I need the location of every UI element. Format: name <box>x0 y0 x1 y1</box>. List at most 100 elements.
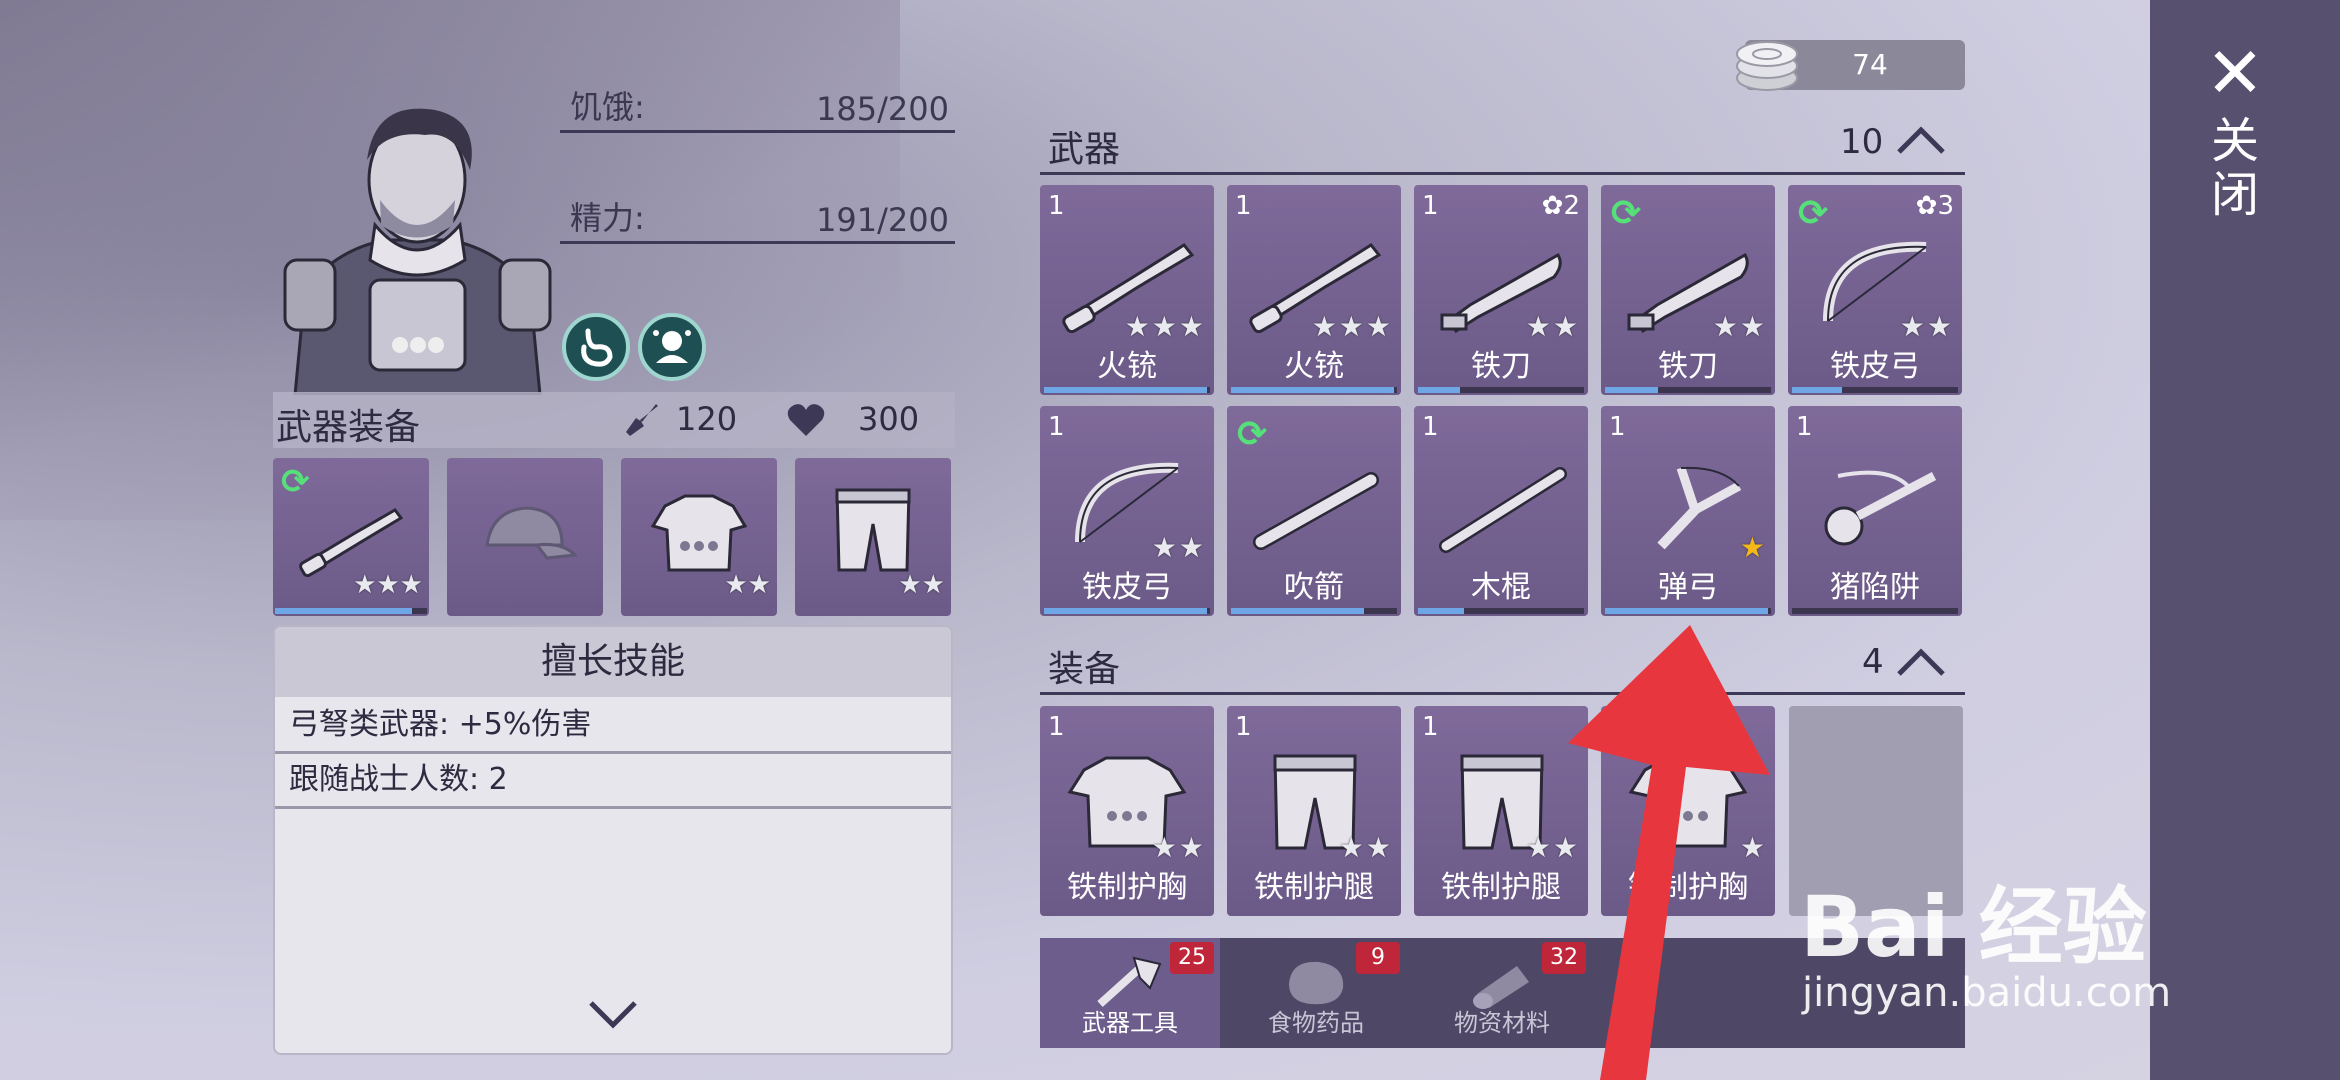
item-progress <box>1044 608 1210 614</box>
item-stars: ★★ <box>1712 310 1767 343</box>
tab-label: 食物药品 <box>1268 1009 1364 1037</box>
item-stars: ★★ <box>1338 831 1393 864</box>
close-button-label[interactable]: 关闭 <box>2202 115 2265 223</box>
gear-item-card[interactable]: 1 ★★ 铁制护腿 <box>1227 706 1401 916</box>
mood-status-icon[interactable] <box>638 313 706 381</box>
item-level: 1 <box>1609 412 1626 442</box>
attack-value: 120 <box>676 400 738 438</box>
slot-stars: ★★★ <box>353 570 423 600</box>
item-name: 猪陷阱 <box>1830 570 1920 605</box>
item-level: 1 <box>1422 712 1439 742</box>
tab-badge: 25 <box>1170 942 1214 974</box>
weapons-item-card[interactable]: 1 木棍 <box>1414 406 1588 616</box>
chevron-down-icon[interactable] <box>585 997 641 1033</box>
item-name: 铁皮弓 <box>1830 349 1920 384</box>
gear-item-card[interactable]: 1 ★★ 铁制护胸 <box>1040 706 1214 916</box>
item-stars: ★★ <box>1151 531 1206 564</box>
character-portrait <box>283 108 552 395</box>
item-stars: ★★ <box>1525 310 1580 343</box>
item-stars: ★ <box>1739 531 1767 564</box>
weapons-item-card[interactable]: 1 ★ 弹弓 <box>1601 406 1775 616</box>
weapons-count: 10 <box>1840 122 1884 162</box>
item-progress <box>1605 608 1771 614</box>
weapons-item-card[interactable]: ⟳ ✿3 ★★ 铁皮弓 <box>1788 185 1962 395</box>
skills-title: 擅长技能 <box>275 627 951 697</box>
energy-label: 精力: <box>570 199 645 237</box>
tab-food-medicine[interactable]: 9 食物药品 <box>1226 938 1406 1048</box>
weapons-divider <box>1040 172 1965 175</box>
weapons-item-card[interactable]: ⟳ ★★ 铁刀 <box>1601 185 1775 395</box>
tab-label: 武器工具 <box>1082 1009 1178 1037</box>
item-stars: ★★ <box>1899 310 1954 343</box>
item-name: 铁制护腿 <box>1254 870 1374 905</box>
item-progress <box>1418 608 1584 614</box>
equipment-title: 武器装备 <box>276 407 421 448</box>
item-icon <box>1657 466 1742 550</box>
item-name: 弹弓 <box>1658 570 1718 605</box>
item-stars: ★★★ <box>1124 310 1206 343</box>
item-level: 1 <box>1048 412 1065 442</box>
hunger-stat: 饥饿: 185/200 <box>560 88 955 133</box>
item-level: 1 <box>1048 712 1065 742</box>
item-progress <box>1792 608 1958 614</box>
item-name: 铁刀 <box>1658 349 1718 384</box>
skills-panel: 擅长技能 弓弩类武器: +5%伤害 跟随战士人数: 2 <box>273 625 953 1055</box>
weapons-item-card[interactable]: ⟳ 吹箭 <box>1227 406 1401 616</box>
baidu-watermark-url: jingyan.baidu.com <box>1802 970 2172 1016</box>
chestplate-icon <box>650 494 748 572</box>
gear-divider <box>1040 692 1965 695</box>
item-name: 木棍 <box>1471 570 1531 605</box>
item-progress <box>1231 608 1397 614</box>
sword-icon <box>626 404 658 436</box>
chevron-up-icon[interactable] <box>1893 122 1949 158</box>
chevron-up-icon[interactable] <box>1893 644 1949 680</box>
energy-value: 191/200 <box>816 201 949 239</box>
tab-weapons-tools[interactable]: 25 武器工具 <box>1040 938 1220 1048</box>
baidu-watermark-brand: Bai 经验 <box>1800 878 2147 976</box>
equipped-weapon-slot[interactable]: ⟳ ★★★ <box>273 458 429 616</box>
empty-hat-slot[interactable] <box>447 458 603 616</box>
weapons-item-card[interactable]: 1 ★★ 铁皮弓 <box>1040 406 1214 616</box>
item-icon <box>1439 467 1567 553</box>
health-value: 300 <box>858 400 920 438</box>
weapons-item-card[interactable]: 1 ✿2 ★★ 铁刀 <box>1414 185 1588 395</box>
axe-icon <box>1097 956 1162 1007</box>
item-name: 火铳 <box>1097 349 1157 384</box>
meat-icon <box>1289 961 1344 1005</box>
stomach-status-icon[interactable] <box>562 313 630 381</box>
item-stars: ★★★ <box>1311 310 1393 343</box>
item-level: 1 <box>1796 412 1813 442</box>
tab-badge: 9 <box>1356 942 1400 974</box>
gear-badge: ✿2 <box>1541 191 1580 221</box>
weapons-item-card[interactable]: 1 ★★★ 火铳 <box>1040 185 1214 395</box>
equipped-legs-slot[interactable]: ★★ <box>795 458 951 616</box>
equipped-armor-slot[interactable]: ★★ <box>621 458 777 616</box>
coin-icon <box>1736 41 1798 91</box>
item-level: 1 <box>1235 191 1252 221</box>
item-progress <box>1792 387 1958 393</box>
weapons-item-card[interactable]: 1 猪陷阱 <box>1788 406 1962 616</box>
leggings-icon <box>835 488 911 572</box>
item-level: 1 <box>1422 412 1439 442</box>
cap-icon <box>485 506 577 560</box>
hunger-label: 饥饿: <box>570 88 645 126</box>
item-level: 1 <box>1422 191 1439 221</box>
musket-icon <box>299 508 404 578</box>
slot-stars: ★★ <box>724 570 771 600</box>
close-icon[interactable]: ✕ <box>2200 38 2270 108</box>
weapons-section-title: 武器 <box>1048 129 1121 170</box>
weapons-item-card[interactable]: 1 ★★★ 火铳 <box>1227 185 1401 395</box>
item-name: 铁皮弓 <box>1082 570 1172 605</box>
upgrade-icon: ⟳ <box>281 462 310 502</box>
item-name: 吹箭 <box>1284 570 1344 605</box>
red-arrow-annotation <box>1568 625 1770 1080</box>
item-name: 火铳 <box>1284 349 1344 384</box>
item-progress <box>1044 387 1210 393</box>
item-name: 铁刀 <box>1471 349 1531 384</box>
skill-row: 弓弩类武器: +5%伤害 <box>275 699 951 754</box>
gear-badge: ✿3 <box>1915 191 1954 221</box>
item-progress <box>1605 387 1771 393</box>
slot-progress <box>275 608 427 614</box>
slot-stars: ★★ <box>898 570 945 600</box>
energy-stat: 精力: 191/200 <box>560 199 955 244</box>
